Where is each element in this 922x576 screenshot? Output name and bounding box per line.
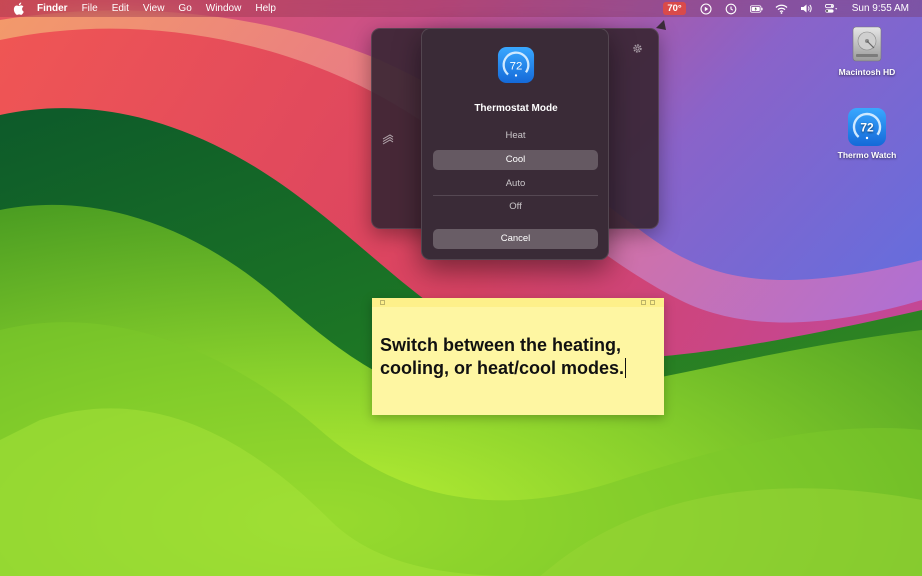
text-caret bbox=[625, 358, 627, 378]
svg-text:72: 72 bbox=[510, 60, 523, 72]
wifi-icon[interactable] bbox=[775, 3, 788, 15]
menu-view[interactable]: View bbox=[143, 3, 165, 14]
menu-clock[interactable]: Sun 9:55 AM bbox=[852, 3, 909, 14]
sticky-zoom-icon[interactable] bbox=[641, 300, 646, 305]
menu-app-name[interactable]: Finder bbox=[37, 3, 68, 14]
svg-text:72: 72 bbox=[860, 121, 874, 135]
macintosh-hd-desktop-icon[interactable]: Macintosh HD bbox=[827, 24, 907, 77]
play-icon[interactable] bbox=[700, 2, 713, 15]
menu-file[interactable]: File bbox=[82, 3, 98, 14]
thermostat-app-icon: 72 bbox=[497, 46, 535, 84]
mode-option-auto[interactable]: Auto bbox=[433, 174, 598, 194]
time-machine-icon[interactable] bbox=[725, 3, 738, 15]
sticky-note[interactable]: Switch between the heating, cooling, or … bbox=[372, 298, 664, 415]
menu-go[interactable]: Go bbox=[178, 3, 191, 14]
menu-edit[interactable]: Edit bbox=[112, 3, 129, 14]
thermo-watch-desktop-icon[interactable]: 72 Thermo Watch bbox=[827, 107, 907, 160]
menu-bar: Finder File Edit View Go Window Help 70°… bbox=[0, 0, 922, 17]
popover-arrow-icon bbox=[654, 18, 668, 32]
desktop-icon-label: Macintosh HD bbox=[838, 67, 896, 77]
settings-gear-icon[interactable] bbox=[631, 42, 644, 55]
layers-icon[interactable] bbox=[381, 133, 395, 147]
mode-option-off[interactable]: Off bbox=[433, 197, 598, 217]
sticky-note-text[interactable]: Switch between the heating, cooling, or … bbox=[380, 334, 656, 380]
menu-window[interactable]: Window bbox=[206, 3, 242, 14]
control-center-icon[interactable] bbox=[824, 3, 838, 15]
mode-option-heat[interactable]: Heat bbox=[433, 126, 598, 146]
sticky-close-icon[interactable] bbox=[380, 300, 385, 305]
sticky-note-content: Switch between the heating, cooling, or … bbox=[380, 335, 625, 378]
sticky-titlebar[interactable] bbox=[372, 298, 664, 307]
cancel-button[interactable]: Cancel bbox=[433, 229, 598, 249]
menu-help[interactable]: Help bbox=[255, 3, 276, 14]
desktop-icon-label: Thermo Watch bbox=[837, 150, 897, 160]
temperature-status-item[interactable]: 70° bbox=[663, 2, 686, 15]
battery-icon[interactable] bbox=[749, 3, 763, 15]
thermostat-mode-sheet: 72 Thermostat Mode Heat Cool Auto Off Ca… bbox=[421, 28, 609, 260]
sheet-title: Thermostat Mode bbox=[474, 103, 558, 114]
apple-menu-icon[interactable] bbox=[13, 2, 25, 15]
volume-icon[interactable] bbox=[800, 3, 813, 15]
hard-drive-icon bbox=[847, 24, 887, 64]
thermostat-app-icon: 72 bbox=[847, 107, 887, 147]
mode-option-cool[interactable]: Cool bbox=[433, 150, 598, 170]
sticky-collapse-icon[interactable] bbox=[650, 300, 655, 305]
option-divider bbox=[433, 195, 598, 196]
